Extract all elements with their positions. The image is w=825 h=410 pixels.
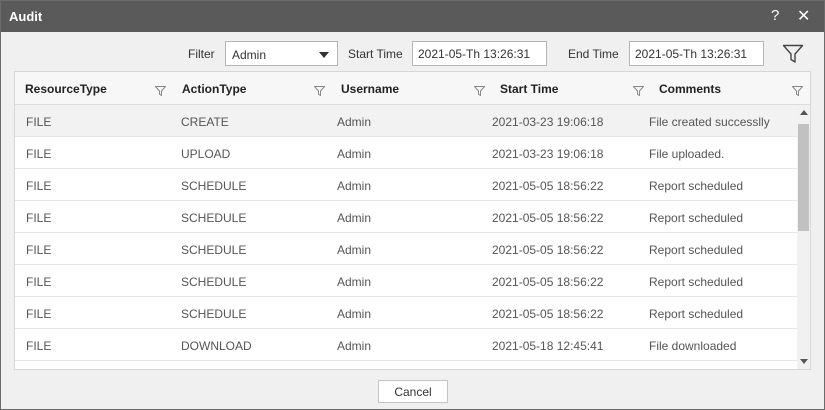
column-header-start-time[interactable]: Start Time	[490, 72, 649, 105]
table-row[interactable]: FILE DOWNLOAD Admin 2021-05-18 12:45:41 …	[15, 329, 797, 361]
help-icon[interactable]: ?	[771, 7, 779, 24]
filter-label: Filter	[188, 47, 215, 61]
column-header-resource-type[interactable]: ResourceType	[15, 72, 172, 105]
column-filter-icon[interactable]	[632, 85, 645, 99]
close-icon[interactable]: ✕	[797, 6, 810, 26]
filter-bar: Filter Admin Start Time End Time	[1, 32, 824, 71]
cancel-button[interactable]: Cancel	[378, 380, 448, 403]
filter-select-value: Admin	[232, 48, 267, 62]
table-row[interactable]: FILE SCHEDULE Admin 2021-05-05 18:56:22 …	[15, 265, 797, 297]
scroll-up-icon[interactable]	[800, 110, 808, 115]
vertical-scrollbar[interactable]	[797, 105, 810, 369]
table-row[interactable]: FILE SCHEDULE Admin 2021-05-05 18:56:22 …	[15, 233, 797, 265]
table-row[interactable]: FILE UPLOAD Admin 2021-03-23 19:06:18 Fi…	[15, 137, 797, 169]
title-bar: Audit ? ✕	[1, 1, 824, 32]
end-time-label: End Time	[568, 47, 619, 61]
audit-table: ResourceType ActionType Username Start T…	[14, 71, 811, 370]
scroll-down-icon[interactable]	[800, 359, 808, 364]
column-header-action-type[interactable]: ActionType	[172, 72, 331, 105]
chevron-down-icon	[319, 52, 329, 58]
table-body: FILE CREATE Admin 2021-03-23 19:06:18 Fi…	[15, 105, 797, 369]
filter-select[interactable]: Admin	[225, 41, 338, 66]
column-header-comments[interactable]: Comments	[649, 72, 810, 105]
column-filter-icon[interactable]	[791, 85, 804, 99]
dialog-title: Audit	[9, 9, 43, 24]
start-time-input[interactable]	[412, 41, 547, 66]
start-time-label: Start Time	[348, 47, 403, 61]
table-row[interactable]: FILE SCHEDULE Admin 2021-05-05 18:56:22 …	[15, 169, 797, 201]
column-filter-icon[interactable]	[313, 85, 326, 99]
funnel-icon[interactable]	[782, 44, 804, 67]
end-time-input[interactable]	[629, 41, 764, 66]
audit-dialog: Audit ? ✕ Filter Admin Start Time End Ti…	[0, 0, 825, 410]
table-row[interactable]: FILE CREATE Admin 2021-03-23 19:06:18 Fi…	[15, 105, 797, 137]
table-row[interactable]: FILE SCHEDULE Admin 2021-05-05 18:56:22 …	[15, 201, 797, 233]
table-row[interactable]: FILE SCHEDULE Admin 2021-05-05 18:56:22 …	[15, 297, 797, 329]
table-header: ResourceType ActionType Username Start T…	[15, 72, 810, 105]
column-filter-icon[interactable]	[473, 85, 486, 99]
column-header-username[interactable]: Username	[331, 72, 490, 105]
column-filter-icon[interactable]	[154, 85, 167, 99]
scrollbar-thumb[interactable]	[798, 124, 809, 231]
